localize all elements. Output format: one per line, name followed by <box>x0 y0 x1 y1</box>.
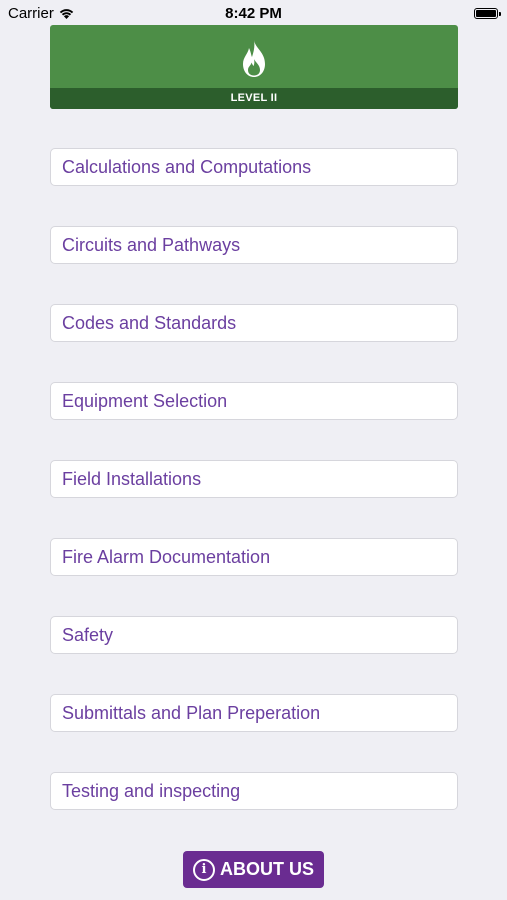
about-us-label: ABOUT US <box>220 859 314 879</box>
menu-item-circuits[interactable]: Circuits and Pathways <box>50 226 458 264</box>
level-label: LEVEL II <box>50 88 458 109</box>
flame-icon <box>243 40 265 77</box>
menu-item-codes[interactable]: Codes and Standards <box>50 304 458 342</box>
status-bar: Carrier 8:42 PM <box>0 0 507 26</box>
banner-logo <box>50 39 458 79</box>
menu-item-submittals[interactable]: Submittals and Plan Preperation <box>50 694 458 732</box>
menu-item-calculations[interactable]: Calculations and Computations <box>50 148 458 186</box>
info-icon: i <box>193 858 215 881</box>
battery-icon <box>474 8 501 19</box>
menu-item-equipment[interactable]: Equipment Selection <box>50 382 458 420</box>
menu-item-safety[interactable]: Safety <box>50 616 458 654</box>
topic-menu: Calculations and Computations Circuits a… <box>50 148 458 850</box>
menu-item-documentation[interactable]: Fire Alarm Documentation <box>50 538 458 576</box>
menu-item-testing[interactable]: Testing and inspecting <box>50 772 458 810</box>
about-us-button[interactable]: i ABOUT US <box>183 851 324 888</box>
level-banner: LEVEL II <box>50 25 458 109</box>
status-time: 8:42 PM <box>225 5 282 22</box>
menu-item-field-installations[interactable]: Field Installations <box>50 460 458 498</box>
